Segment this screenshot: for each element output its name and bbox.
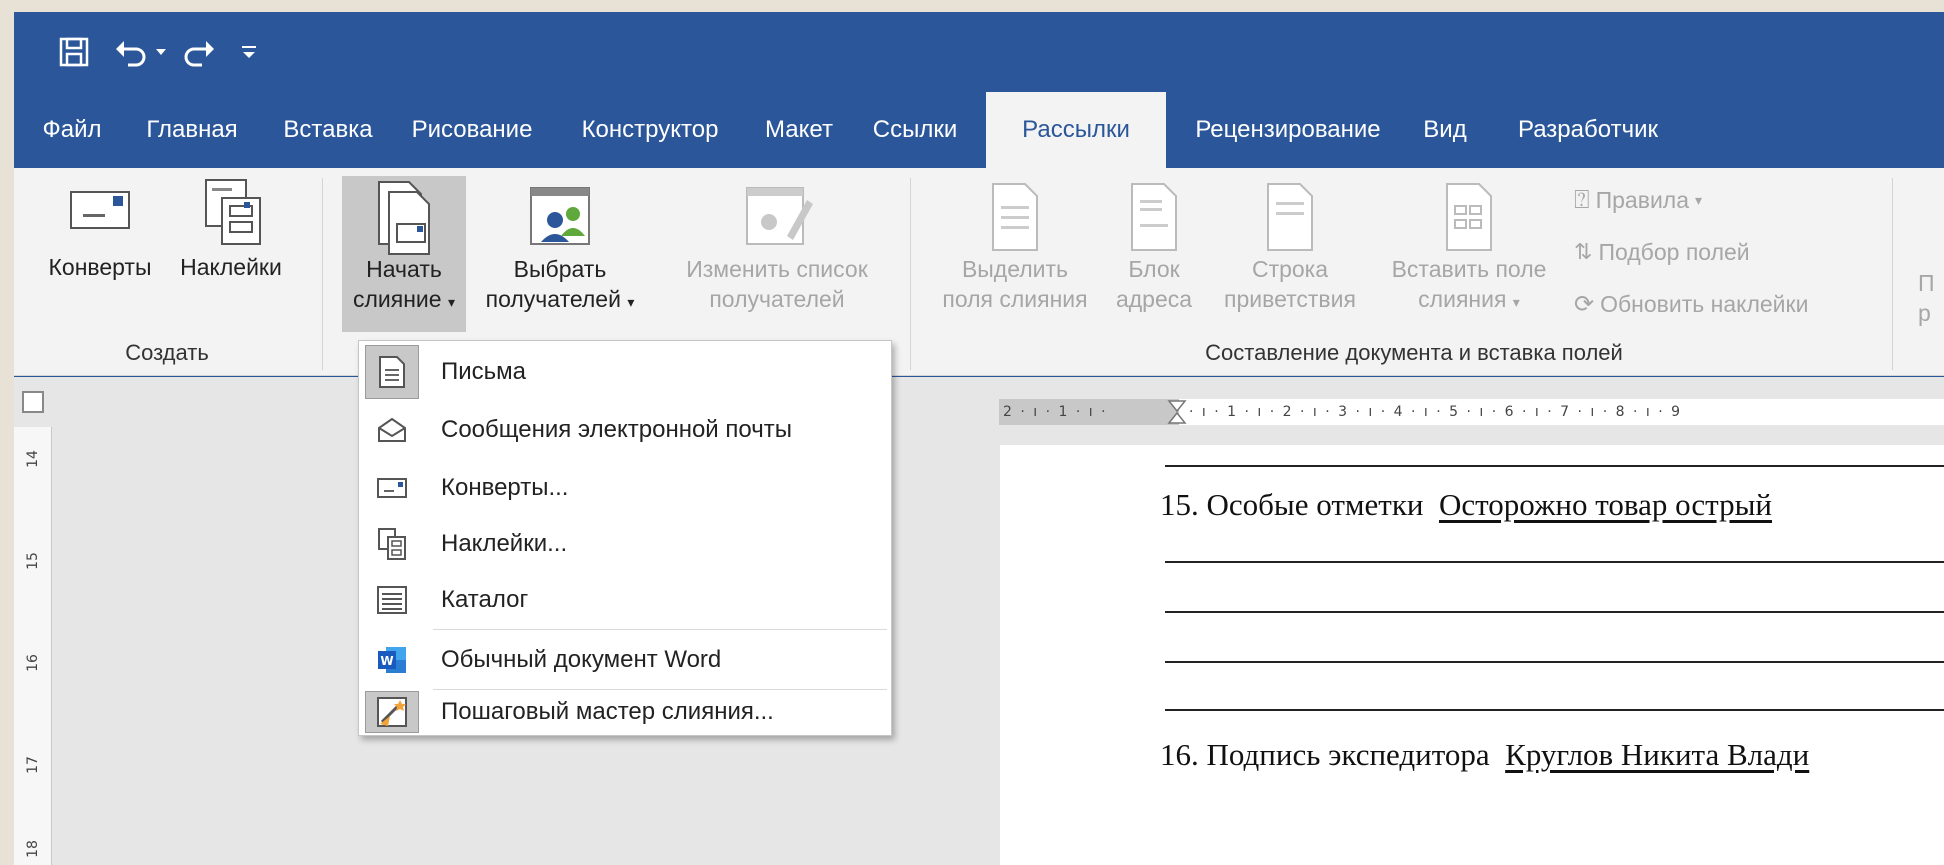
group-separator [1892,178,1893,370]
wizard-icon [365,691,419,733]
highlight-fields-icon [992,183,1038,251]
redo-icon[interactable] [178,32,220,72]
start-mail-merge-menu: Письма Сообщения электронной почты Конве… [358,340,892,736]
form-line [1165,561,1944,563]
group-separator [322,178,323,370]
start-mail-merge-button[interactable]: Начать слияние ▾ [342,178,466,317]
form-line [1165,611,1944,613]
svg-text:W: W [380,654,393,668]
undo-icon[interactable] [110,32,152,72]
rules-button[interactable]: ⍰ Правила ▾ [1574,180,1702,220]
update-labels-button[interactable]: ⟳ Обновить наклейки [1574,284,1808,324]
tab-design[interactable]: Конструктор [560,92,740,168]
match-fields-icon: ⇅ [1574,239,1593,264]
document-page[interactable]: 15. Особые отметки Осторожно товар остры… [1000,445,1944,865]
chevron-down-icon: ▾ [627,294,635,310]
group-label-create: Создать [125,340,209,365]
rules-icon: ⍰ [1574,184,1590,214]
email-icon [365,403,419,457]
ribbon-mailings: Конверты Наклейки Создать Начать слияние… [14,168,1944,376]
edit-recipient-list-button[interactable]: Изменить список получателей [664,178,890,314]
customize-qat-icon[interactable] [234,32,264,72]
desktop-background-left [0,0,14,865]
chevron-down-icon: ▾ [1695,191,1703,208]
tab-developer[interactable]: Разработчик [1498,92,1678,168]
greeting-line-button[interactable]: Строка приветствия [1208,178,1372,314]
labels-button[interactable]: Наклейки [166,178,296,282]
save-icon[interactable] [52,32,96,72]
undo-dropdown-icon[interactable] [152,32,170,72]
tab-mailings[interactable]: Рассылки [986,92,1166,168]
form-line [1165,661,1944,663]
insert-field-icon [1446,183,1492,251]
tab-view[interactable]: Вид [1408,92,1482,168]
forwarder-signature-line: 16. Подпись экспедитора Круглов Никита В… [1160,737,1810,772]
menu-item-envelopes[interactable]: Конверты... [359,461,891,515]
menu-separator [433,629,887,630]
tab-file[interactable]: Файл [32,92,112,168]
group-separator [910,178,911,370]
menu-item-labels[interactable]: Наклейки... [359,517,891,571]
indent-marker-icon[interactable] [1167,399,1187,425]
form-line [1165,709,1944,711]
envelope-icon [365,461,419,515]
group-label-write-insert: Составление документа и вставка полей [1205,340,1623,365]
menu-item-letters[interactable]: Письма [359,345,891,399]
chevron-down-icon: ▾ [447,294,455,310]
tab-layout[interactable]: Макет [754,92,844,168]
insert-merge-field-button[interactable]: Вставить поле слияния ▾ [1376,178,1562,317]
select-recipients-icon [530,187,590,245]
quick-access-toolbar [14,12,1944,90]
tab-stop-selector[interactable] [22,391,44,413]
menu-item-mail-merge-wizard[interactable]: Пошаговый мастер слияния... [359,691,891,733]
special-notes-line: 15. Особые отметки Осторожно товар остры… [1160,487,1773,522]
select-recipients-button[interactable]: Выбрать получателей ▾ [472,178,648,317]
menu-separator [433,689,887,690]
address-block-button[interactable]: Блок адреса [1104,178,1204,314]
tab-review[interactable]: Рецензирование [1180,92,1396,168]
edit-list-icon [746,187,813,245]
menu-item-normal-word-document[interactable]: W Обычный документ Word [359,633,891,687]
horizontal-ruler[interactable]: 2 · ı · 1 · ı · · ı · 1 · ı · 2 · ı · 3 … [999,399,1944,425]
envelope-icon [70,191,130,229]
tab-insert[interactable]: Вставка [270,92,386,168]
document-workspace: 2 · ı · 1 · ı · · ı · 1 · ı · 2 · ı · 3 … [14,377,1944,865]
preview-results-button-partial[interactable]: П р [1918,268,1944,328]
tab-draw[interactable]: Рисование [398,92,546,168]
highlight-merge-fields-button[interactable]: Выделить поля слияния [932,178,1098,314]
envelopes-button[interactable]: Конверты [38,178,162,282]
labels-icon [205,179,261,245]
start-mail-merge-icon [378,181,430,255]
greeting-line-icon [1267,183,1313,251]
ribbon-tabs: Файл Главная Вставка Рисование Конструкт… [14,92,1944,168]
labels-icon [365,517,419,571]
word-window: Файл Главная Вставка Рисование Конструкт… [14,12,1944,865]
word-icon: W [365,633,419,687]
directory-icon [365,573,419,627]
address-block-icon [1131,183,1177,251]
tab-references[interactable]: Ссылки [860,92,970,168]
tab-home[interactable]: Главная [132,92,252,168]
chevron-down-icon: ▾ [1512,294,1520,310]
menu-item-email-messages[interactable]: Сообщения электронной почты [359,403,891,457]
menu-item-directory[interactable]: Каталог [359,573,891,627]
vertical-ruler[interactable]: 14 15 16 17 18 [14,427,52,865]
letter-icon [365,345,419,399]
form-line [1165,465,1944,467]
update-labels-icon: ⟳ [1574,290,1595,318]
match-fields-button[interactable]: ⇅ Подбор полей [1574,232,1750,272]
